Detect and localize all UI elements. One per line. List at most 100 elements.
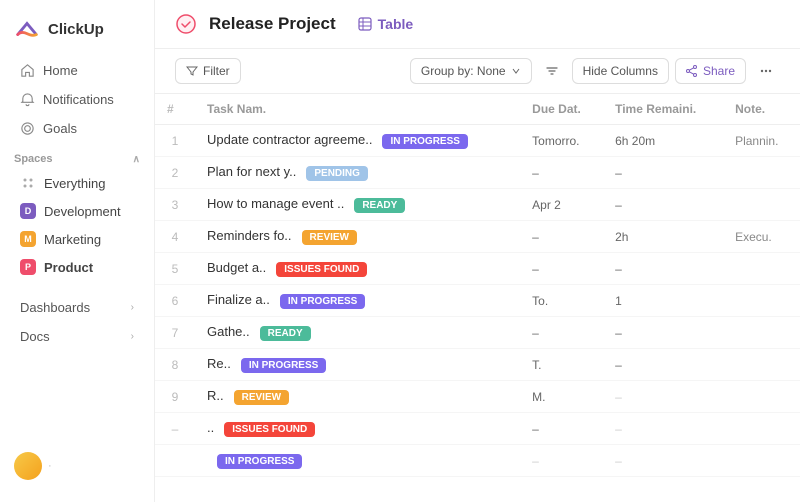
row-time-remaining: 6h 20m [603,125,723,157]
row-notes [723,157,800,189]
bell-icon [20,92,35,107]
product-label: Product [44,260,93,275]
more-dots-icon [759,64,773,78]
app-name-label: ClickUp [48,21,104,38]
table-view-tab[interactable]: Table [348,12,424,36]
row-time-remaining: – [603,189,723,221]
row-notes [723,413,800,445]
marketing-label: Marketing [44,232,101,247]
task-name-text: Update contractor agreeme.. [207,132,372,147]
user-avatar[interactable] [14,452,42,480]
clickup-logo-icon [14,16,40,42]
marketing-dot: M [20,231,36,247]
share-icon [686,65,698,77]
row-time-remaining: – [603,349,723,381]
row-task-name: Reminders fo..REVIEW [195,221,520,253]
user-label: · [48,460,52,472]
row-notes [723,189,800,221]
row-notes [723,381,800,413]
row-due-date: – [520,221,603,253]
group-by-chevron-icon [511,66,521,76]
row-num: 6 [155,285,195,317]
table-row[interactable]: –..ISSUES FOUND–– [155,413,800,445]
sidebar: ClickUp Home Notifications Goals Spaces … [0,0,155,502]
row-num: 3 [155,189,195,221]
sidebar-item-everything[interactable]: Everything [6,169,148,197]
table-container[interactable]: # Task Nam. Due Dat. Time Remaini. Note.… [155,94,800,502]
status-badge: ISSUES FOUND [276,262,367,277]
sidebar-item-dashboards[interactable]: Dashboards › [6,293,148,322]
sidebar-item-home[interactable]: Home [6,56,148,85]
row-time-remaining: 2h [603,221,723,253]
status-badge: READY [260,326,311,341]
table-row[interactable]: 3 How to manage event .. READY Apr 2– [155,189,800,221]
task-name-text: Gathe.. [207,324,250,339]
sidebar-bottom: · [0,442,154,490]
table-row[interactable]: 8 Re.. IN PROGRESS T.– [155,349,800,381]
row-task-name: Re.. IN PROGRESS [195,349,520,381]
row-task-name: Gathe.. READY [195,317,520,349]
table-view-label: Table [378,16,414,32]
task-name-text: How to manage event .. [207,196,344,211]
task-name-text: Plan for next y.. [207,164,296,179]
sort-icon-button[interactable] [538,57,566,85]
table-row[interactable]: 1Update contractor agreeme..IN PROGRESST… [155,125,800,157]
share-button[interactable]: Share [675,58,746,84]
table-row[interactable]: 5Budget a..ISSUES FOUND–– [155,253,800,285]
row-due-date: T. [520,349,603,381]
row-num: 7 [155,317,195,349]
sidebar-item-docs[interactable]: Docs › [6,322,148,351]
main-header: Release Project Table [155,0,800,49]
table-row[interactable]: IN PROGRESS–– [155,445,800,477]
status-badge: ISSUES FOUND [224,422,315,437]
row-task-name: R..REVIEW [195,381,520,413]
row-notes [723,349,800,381]
row-notes [723,445,800,477]
more-options-button[interactable] [752,57,780,85]
row-due-date: Apr 2 [520,189,603,221]
sidebar-item-marketing[interactable]: M Marketing [6,225,148,253]
col-notes: Note. [723,94,800,125]
sidebar-notifications-label: Notifications [43,92,114,107]
sidebar-item-notifications[interactable]: Notifications [6,85,148,114]
row-time-remaining: – [603,445,723,477]
status-badge: REVIEW [302,230,357,245]
row-num [155,445,195,477]
app-logo[interactable]: ClickUp [0,12,154,56]
task-name-text: Budget a.. [207,260,266,275]
spaces-section-label: Spaces ∧ [0,143,154,169]
sidebar-item-goals[interactable]: Goals [6,114,148,143]
filter-icon [186,65,198,77]
project-icon [175,13,197,35]
hide-columns-button[interactable]: Hide Columns [572,58,669,84]
row-due-date: To. [520,285,603,317]
task-name-text: .. [207,420,214,435]
row-task-name: How to manage event .. READY [195,189,520,221]
table-row[interactable]: 2Plan for next y..PENDING–– [155,157,800,189]
sidebar-item-development[interactable]: D Development [6,197,148,225]
table-row[interactable]: 6Finalize a..IN PROGRESSTo.1 [155,285,800,317]
spaces-chevron[interactable]: ∧ [133,154,140,165]
row-due-date: – [520,317,603,349]
group-by-button[interactable]: Group by: None [410,58,532,84]
row-task-name: .. ISSUES FOUND [195,413,520,445]
status-badge: IN PROGRESS [241,358,326,373]
status-badge: READY [354,198,405,213]
sidebar-home-label: Home [43,63,78,78]
table-row[interactable]: 7 Gathe.. READY –– [155,317,800,349]
row-time-remaining: – [603,317,723,349]
row-time-remaining: – [603,253,723,285]
share-label: Share [703,64,735,78]
table-header-row: # Task Nam. Due Dat. Time Remaini. Note. [155,94,800,125]
sidebar-item-product[interactable]: P Product [6,253,148,281]
row-notes [723,285,800,317]
filter-button[interactable]: Filter [175,58,241,84]
row-num: 5 [155,253,195,285]
table-row[interactable]: 4Reminders fo..REVIEW–2hExecu. [155,221,800,253]
task-name-text: Re.. [207,356,231,371]
table-row[interactable]: 9R..REVIEWM.– [155,381,800,413]
development-label: Development [44,204,121,219]
toolbar: Filter Group by: None Hide Columns Share [155,49,800,94]
row-num: 8 [155,349,195,381]
task-name-text: Finalize a.. [207,292,270,307]
